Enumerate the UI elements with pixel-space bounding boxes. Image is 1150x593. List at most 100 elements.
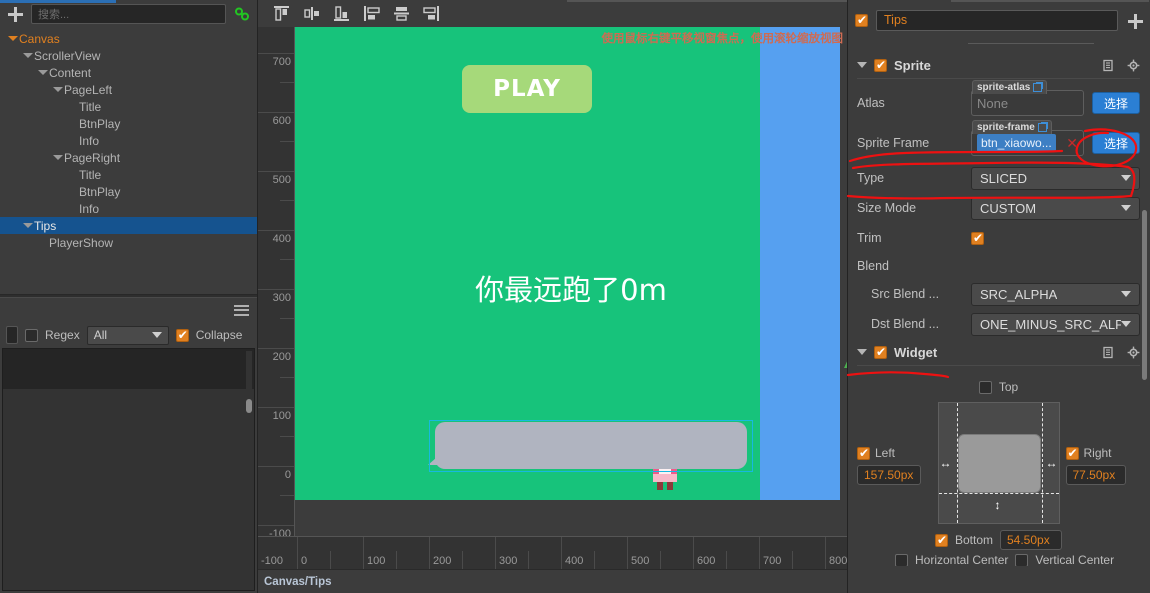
hierarchy-node-title[interactable]: Title [0,166,257,183]
sprite-frame-asset-field[interactable]: sprite-frame btn_xiaowo... ✕ [971,120,1084,156]
dst-blend-dropdown[interactable]: ONE_MINUS_SRC_ALPHA [971,312,1140,336]
hierarchy-node-tips[interactable]: Tips [0,217,257,234]
chevron-down-icon[interactable] [52,152,63,163]
hierarchy-node-btnplay[interactable]: BtnPlay [0,115,257,132]
chevron-down-icon[interactable] [52,84,63,95]
ruler-gridline [258,348,294,349]
hierarchy-node-btnplay[interactable]: BtnPlay [0,183,257,200]
active-tab-indicator [0,0,116,3]
play-button-node[interactable]: PLAY [462,65,592,113]
chevron-down-icon [151,332,162,338]
ruler-minor-gridline [280,318,294,319]
inspector-scrollbar-thumb[interactable] [1142,210,1147,380]
hamburger-icon[interactable] [234,304,249,316]
external-link-icon[interactable] [1033,82,1044,92]
widget-left-input[interactable]: 157.50px [857,465,921,485]
widget-enabled-checkbox[interactable] [874,345,887,359]
book-icon[interactable] [1102,59,1115,72]
external-link-icon[interactable] [1037,122,1048,132]
sprite-component-header[interactable]: Sprite [848,52,1149,78]
ruler-minor-gridline [396,551,397,569]
align-horizontal-center-icon[interactable] [392,5,411,22]
chevron-down-icon[interactable] [857,62,867,68]
align-inner-rect [957,434,1041,493]
console-scrollbar[interactable] [246,351,252,588]
widget-horizontal-center-checkbox[interactable] [895,553,908,566]
src-blend-dropdown[interactable]: SRC_ALPHA [971,282,1140,306]
atlas-row: Atlas sprite-atlas None 选择 [848,80,1149,123]
chevron-down-icon[interactable] [22,50,33,61]
sprite-component-title: Sprite [894,57,931,73]
no-icon [67,186,78,197]
clear-x-icon[interactable]: ✕ [1066,135,1078,152]
hierarchy-node-playershow[interactable]: PlayerShow [0,234,257,251]
link-icon[interactable] [233,5,251,23]
widget-vertical-center-checkbox[interactable] [1015,553,1029,566]
sprite-frame-select-label: 选择 [1103,136,1128,151]
regex-checkbox[interactable] [25,328,38,342]
widget-top-checkbox[interactable] [978,380,992,394]
hierarchy-node-info[interactable]: Info [0,200,257,217]
widget-right-input[interactable]: 77.50px [1065,465,1126,485]
ruler-v-tick-label: 700 [272,56,291,68]
sprite-enabled-checkbox[interactable] [874,58,887,72]
book-icon[interactable] [1102,346,1115,359]
gear-icon[interactable] [1127,346,1140,359]
hierarchy-node-title[interactable]: Title [0,98,257,115]
align-left-icon[interactable] [362,5,381,22]
console-search-input[interactable] [6,326,18,344]
widget-left-checkbox[interactable] [857,446,870,460]
hierarchy-search-input[interactable]: 搜索... [31,4,226,24]
chevron-down-icon[interactable] [22,220,33,231]
ruler-gridline [759,537,760,569]
hierarchy-node-canvas[interactable]: Canvas [0,30,257,47]
align-bottom-icon[interactable] [332,5,351,22]
hierarchy-tree[interactable]: Canvas ScrollerView Content PageLeft Title Bt… [0,28,257,294]
align-right-icon[interactable] [422,5,441,22]
no-icon [67,118,78,129]
atlas-asset-field[interactable]: sprite-atlas None [971,80,1084,116]
widget-component-header[interactable]: Widget [848,339,1149,365]
console-log-area[interactable] [2,348,255,591]
trim-checkbox[interactable] [971,231,984,245]
scene-viewport-wrapper[interactable]: 使用鼠标右键平移视窗焦点，使用滚轮缩放视图 PLAY 你最远跑了0m 700 6… [258,27,847,593]
hierarchy-node-info[interactable]: Info [0,132,257,149]
collapse-checkbox[interactable] [175,328,189,342]
chevron-down-icon[interactable] [7,33,18,44]
hierarchy-node-pageleft[interactable]: PageLeft [0,81,257,98]
type-dropdown[interactable]: SLICED [971,166,1140,190]
log-level-dropdown[interactable]: All [86,325,169,345]
widget-left-value: 157.50px [864,468,914,482]
widget-center-row: Horizontal Center Vertical Center [857,550,1140,566]
atlas-select-button[interactable]: 选择 [1092,92,1140,114]
hierarchy-node-pageright[interactable]: PageRight [0,149,257,166]
node-name-input[interactable]: Tips [876,9,1118,31]
chevron-down-icon [1121,321,1131,327]
widget-right-checkbox[interactable] [1065,446,1079,460]
hierarchy-node-scrollerview[interactable]: ScrollerView [0,47,257,64]
chevron-down-icon[interactable] [857,349,867,355]
gear-icon[interactable] [1127,59,1140,72]
widget-bottom-checkbox[interactable] [934,533,948,547]
sprite-frame-type-tag-label: sprite-frame [977,122,1035,133]
align-guide-right [1041,403,1043,523]
widget-bottom-input[interactable]: 54.50px [1000,530,1062,550]
scene-viewport[interactable]: 使用鼠标右键平移视窗焦点，使用滚轮缩放视图 PLAY 你最远跑了0m [295,27,847,536]
align-vertical-center-icon[interactable] [302,5,321,22]
align-top-icon[interactable] [272,5,291,22]
size-mode-dropdown[interactable]: CUSTOM [971,196,1140,220]
add-node-button[interactable] [6,5,24,23]
inspector-divider [968,43,1094,44]
chevron-down-icon[interactable] [37,67,48,78]
widget-right-group: Right 77.50px [1065,402,1141,485]
bottom-distance-arrow-icon: ↕ [994,498,1001,512]
hierarchy-node-content[interactable]: Content [0,64,257,81]
node-enabled-checkbox[interactable] [855,13,868,27]
chevron-down-icon [1121,205,1131,211]
widget-align-diagram: ↔ ↔ ↕ [937,402,1060,524]
gizmo-y-arrow-icon[interactable] [844,357,847,368]
hierarchy-node-label: PageRight [64,150,121,165]
console-scrollbar-thumb[interactable] [246,399,252,413]
sprite-frame-select-button[interactable]: 选择 [1092,132,1140,154]
add-component-button[interactable] [1126,12,1143,29]
